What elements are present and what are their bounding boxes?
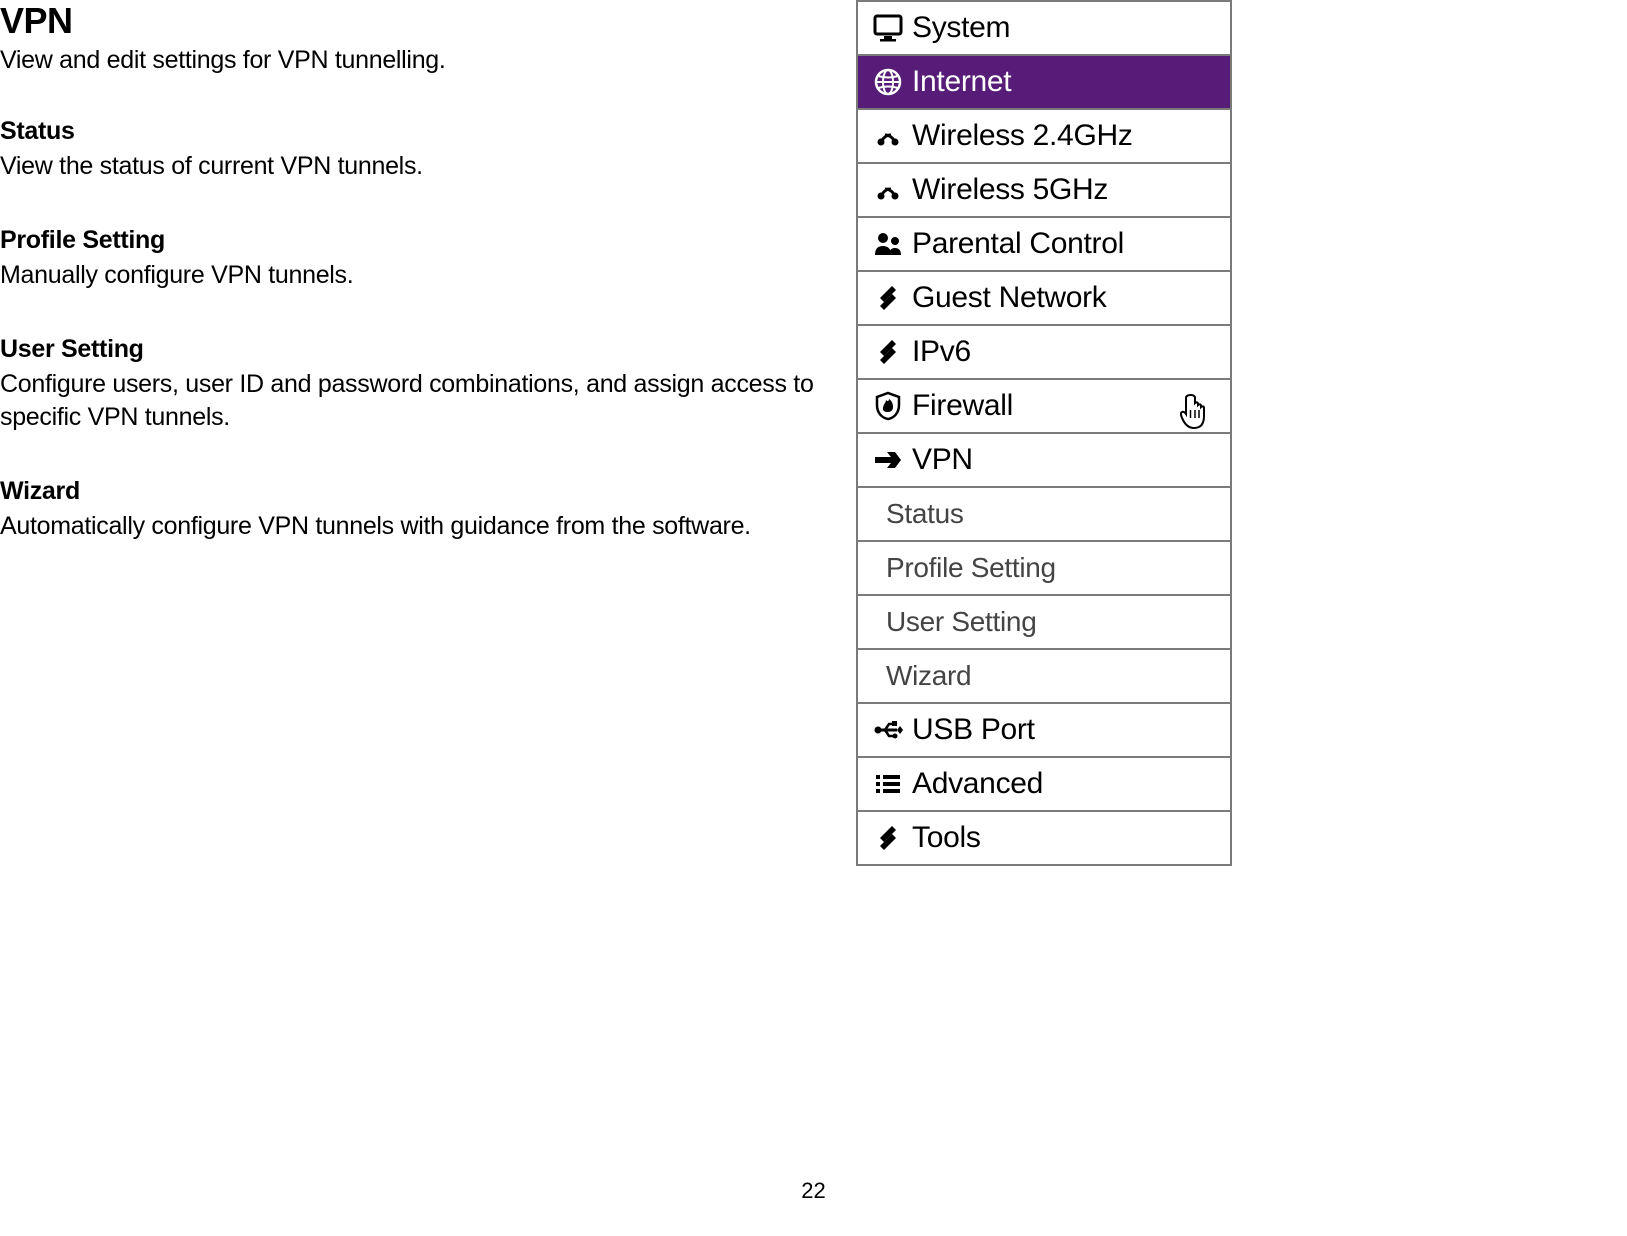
sidebar-item-internet[interactable]: Internet <box>858 56 1230 110</box>
section-body-profile: Manually configure VPN tunnels. <box>0 259 850 293</box>
sidebar-sub-label: Profile Setting <box>886 552 1056 584</box>
section-title-profile: Profile Setting <box>0 226 850 255</box>
sidebar-item-label: Wireless 2.4GHz <box>912 119 1133 153</box>
sidebar-item-label: Advanced <box>912 767 1043 801</box>
sidebar-item-firewall[interactable]: Firewall <box>858 380 1230 434</box>
vpn-icon <box>864 449 912 471</box>
tools-icon <box>864 338 912 366</box>
sidebar-item-vpn[interactable]: VPN <box>858 434 1230 488</box>
sidebar-item-system[interactable]: System <box>858 2 1230 56</box>
sidebar-sub-status[interactable]: Status <box>858 488 1230 542</box>
sidebar-sub-profile[interactable]: Profile Setting <box>858 542 1230 596</box>
globe-icon <box>864 67 912 97</box>
wifi-icon <box>864 178 912 202</box>
shield-icon <box>864 391 912 421</box>
tools-icon <box>864 284 912 312</box>
section-title-status: Status <box>0 117 850 146</box>
page-title: VPN <box>0 0 850 42</box>
sidebar-item-label: Internet <box>912 65 1011 99</box>
sidebar-item-label: Parental Control <box>912 227 1124 261</box>
sidebar-sub-user[interactable]: User Setting <box>858 596 1230 650</box>
sidebar-item-ipv6[interactable]: IPv6 <box>858 326 1230 380</box>
section-body-user: Configure users, user ID and password co… <box>0 368 850 436</box>
section-body-status: View the status of current VPN tunnels. <box>0 150 850 184</box>
cursor-icon <box>1176 392 1212 437</box>
sidebar-item-label: Firewall <box>912 389 1013 423</box>
main-content: VPN View and edit settings for VPN tunne… <box>0 0 850 586</box>
sidebar-nav: System Internet Wireless 2.4GHz <box>856 0 1232 866</box>
sidebar-sub-wizard[interactable]: Wizard <box>858 650 1230 704</box>
sidebar-item-label: Guest Network <box>912 281 1107 315</box>
sidebar-item-label: System <box>912 11 1010 45</box>
usb-icon <box>864 719 912 741</box>
sidebar-sub-label: User Setting <box>886 606 1036 638</box>
sidebar-sub-label: Wizard <box>886 660 971 692</box>
sidebar-item-label: Wireless 5GHz <box>912 173 1108 207</box>
sidebar-item-label: Tools <box>912 821 981 855</box>
sidebar-item-usb[interactable]: USB Port <box>858 704 1230 758</box>
sidebar-item-label: IPv6 <box>912 335 971 369</box>
section-title-wizard: Wizard <box>0 477 850 506</box>
people-icon <box>864 231 912 257</box>
sidebar-item-tools[interactable]: Tools <box>858 812 1230 866</box>
sidebar-item-advanced[interactable]: Advanced <box>858 758 1230 812</box>
section-title-user: User Setting <box>0 335 850 364</box>
monitor-icon <box>864 14 912 42</box>
sidebar-item-wireless-5[interactable]: Wireless 5GHz <box>858 164 1230 218</box>
wifi-icon <box>864 124 912 148</box>
sidebar-item-label: VPN <box>912 443 973 477</box>
sidebar-item-parental[interactable]: Parental Control <box>858 218 1230 272</box>
sidebar-sub-label: Status <box>886 498 964 530</box>
tools-icon <box>864 824 912 852</box>
section-body-wizard: Automatically configure VPN tunnels with… <box>0 510 850 544</box>
list-icon <box>864 772 912 796</box>
sidebar-item-wireless-24[interactable]: Wireless 2.4GHz <box>858 110 1230 164</box>
sidebar-item-label: USB Port <box>912 713 1035 747</box>
page-lead: View and edit settings for VPN tunnellin… <box>0 46 850 75</box>
sidebar-item-guest[interactable]: Guest Network <box>858 272 1230 326</box>
page-number: 22 <box>0 1178 1627 1204</box>
